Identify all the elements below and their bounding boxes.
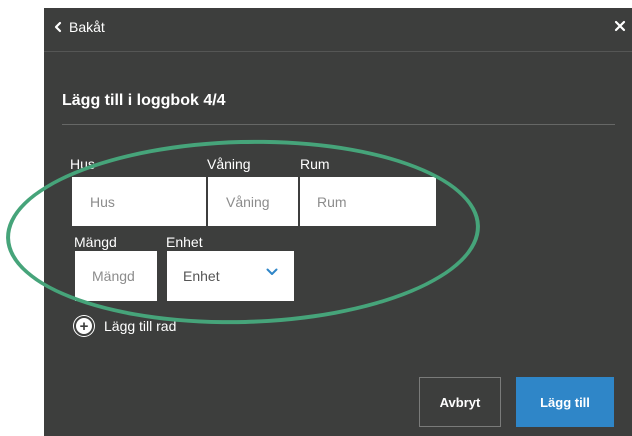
divider — [62, 124, 615, 125]
chevron-left-icon — [54, 21, 62, 33]
back-label: Bakåt — [69, 19, 105, 35]
chevron-down-icon — [266, 268, 278, 275]
rum-label: Rum — [300, 156, 330, 172]
rum-placeholder: Rum — [317, 193, 347, 210]
mangd-input[interactable]: Mängd — [75, 251, 157, 301]
close-icon[interactable] — [614, 20, 626, 32]
vaning-label: Våning — [207, 156, 251, 172]
rum-input[interactable]: Rum — [300, 177, 436, 226]
back-button[interactable]: Bakåt — [51, 19, 105, 35]
add-button[interactable]: Lägg till — [516, 377, 614, 427]
page-title: Lägg till i loggbok 4/4 — [62, 92, 226, 109]
vaning-input[interactable]: Våning — [208, 177, 298, 226]
mangd-label: Mängd — [74, 234, 117, 250]
hus-placeholder: Hus — [90, 193, 115, 210]
enhet-value: Enhet — [183, 268, 220, 284]
cancel-button[interactable]: Avbryt — [419, 377, 501, 427]
plus-circle-icon: + — [74, 316, 94, 336]
dialog-header: Bakåt — [44, 8, 632, 52]
vaning-placeholder: Våning — [226, 193, 270, 210]
add-row-button[interactable]: + Lägg till rad — [74, 316, 176, 336]
enhet-select[interactable]: Enhet — [167, 251, 294, 301]
logbook-dialog: Bakåt Lägg till i loggbok 4/4 Hus Våning… — [44, 8, 632, 436]
mangd-placeholder: Mängd — [92, 268, 135, 284]
hus-label: Hus — [70, 156, 95, 172]
hus-input[interactable]: Hus — [72, 177, 206, 226]
enhet-label: Enhet — [166, 234, 203, 250]
add-row-label: Lägg till rad — [104, 318, 177, 334]
